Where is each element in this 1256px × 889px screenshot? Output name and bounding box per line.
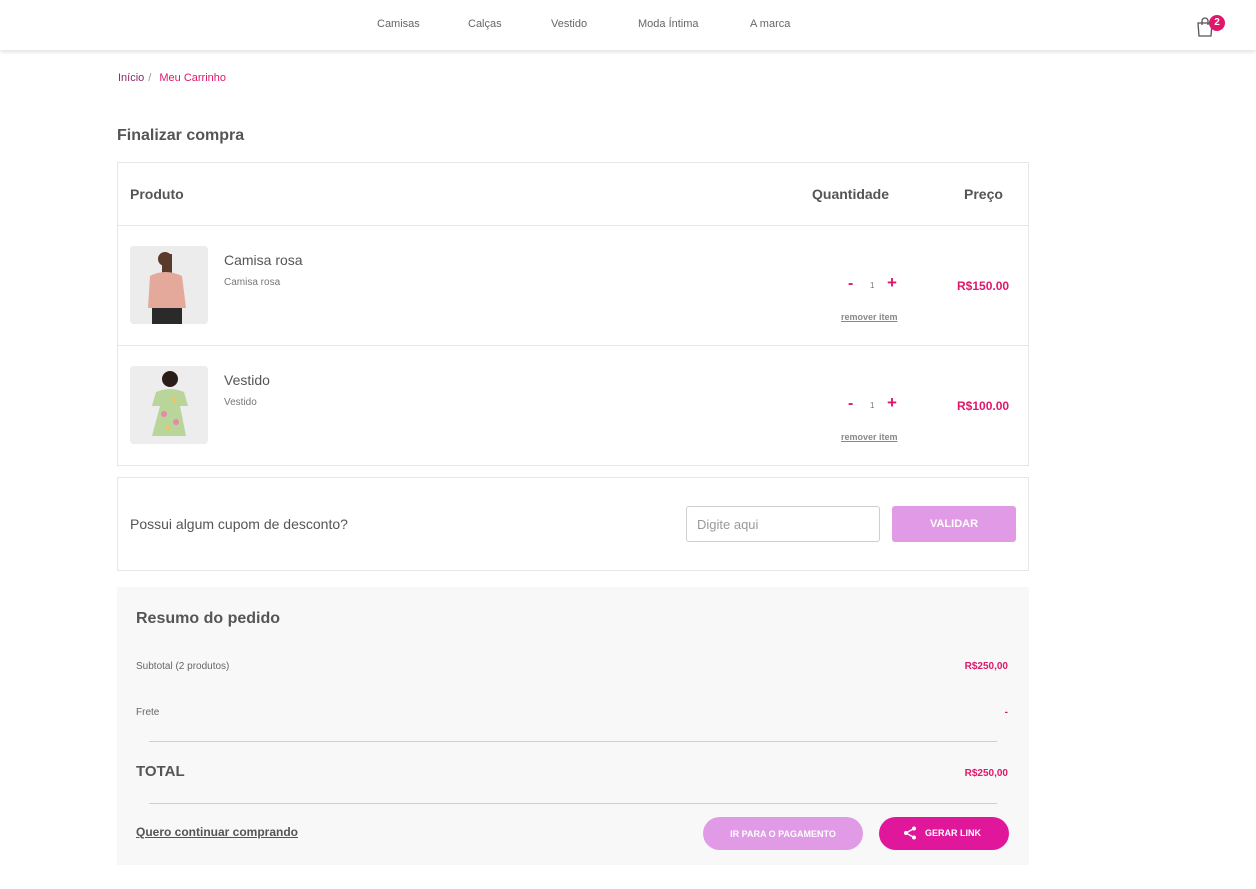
item-price: R$150.00	[957, 279, 1010, 293]
nav-item-vestido[interactable]: Vestido	[551, 18, 587, 30]
remove-item-link[interactable]: remover item	[841, 432, 898, 442]
coupon-section: Possui algum cupom de desconto? VALIDAR	[117, 477, 1029, 571]
quantity-decrease-button[interactable]: -	[848, 275, 853, 293]
quantity-decrease-button[interactable]: -	[848, 395, 853, 413]
product-name[interactable]: Camisa rosa	[224, 252, 303, 268]
cart-item-camisa-rosa: Camisa rosa Camisa rosa - 1 + remover it…	[118, 226, 1028, 346]
breadcrumb-current: Meu Carrinho	[159, 72, 226, 84]
subtotal-value: R$250,00	[964, 661, 1008, 672]
nav-item-a-marca[interactable]: A marca	[750, 18, 790, 30]
order-summary: Resumo do pedido Subtotal (2 produtos) R…	[117, 587, 1029, 865]
nav-item-calcas[interactable]: Calças	[468, 18, 502, 30]
cart-count-badge: 2	[1209, 15, 1225, 31]
header-price: Preço	[964, 186, 1003, 202]
product-image-vestido[interactable]	[130, 366, 208, 444]
go-to-payment-button[interactable]: IR PARA O PAGAMENTO	[703, 817, 863, 850]
remove-item-link[interactable]: remover item	[841, 312, 898, 322]
generate-link-button[interactable]: GERAR LINK	[879, 817, 1009, 850]
quantity-increase-button[interactable]: +	[887, 393, 897, 413]
summary-divider	[149, 803, 997, 804]
coupon-label: Possui algum cupom de desconto?	[130, 516, 348, 532]
breadcrumb-separator: /	[148, 72, 152, 84]
top-navbar: Camisas Calças Vestido Moda Íntima A mar…	[0, 0, 1256, 50]
page-title: Finalizar compra	[117, 127, 245, 144]
product-description: Camisa rosa	[224, 277, 281, 288]
generate-link-label: GERAR LINK	[925, 828, 981, 838]
breadcrumb-home[interactable]: Início	[118, 72, 144, 84]
header-product: Produto	[130, 186, 184, 202]
validate-coupon-button[interactable]: VALIDAR	[892, 506, 1016, 542]
nav-item-moda-intima[interactable]: Moda Íntima	[638, 18, 699, 30]
total-value: R$250,00	[964, 768, 1008, 779]
subtotal-label: Subtotal (2 produtos)	[136, 661, 230, 672]
continue-shopping-link[interactable]: Quero continuar comprando	[136, 825, 298, 839]
product-image-camisa-rosa[interactable]	[130, 246, 208, 324]
shipping-value: -	[1004, 707, 1008, 718]
coupon-input[interactable]	[686, 506, 880, 542]
product-description: Vestido	[224, 397, 257, 408]
summary-title: Resumo do pedido	[136, 610, 280, 627]
summary-divider	[149, 741, 997, 742]
product-photo-icon	[130, 246, 208, 324]
shipping-label: Frete	[136, 707, 160, 718]
share-icon	[904, 826, 916, 840]
breadcrumb: Início / Meu Carrinho	[118, 72, 226, 84]
main-nav: Camisas Calças Vestido Moda Íntima A mar…	[0, 18, 1256, 34]
quantity-increase-button[interactable]: +	[887, 273, 897, 293]
cart-button[interactable]: 2	[1194, 14, 1226, 40]
item-price: R$100.00	[957, 399, 1010, 413]
total-label: TOTAL	[136, 763, 185, 780]
nav-item-camisas[interactable]: Camisas	[377, 18, 420, 30]
header-quantity: Quantidade	[812, 186, 890, 202]
quantity-value: 1	[870, 401, 875, 410]
cart-table: Produto Quantidade Preço Camisa rosa Cam…	[117, 162, 1029, 466]
quantity-value: 1	[870, 281, 875, 290]
cart-item-vestido: Vestido Vestido - 1 + remover item R$100…	[118, 346, 1028, 466]
product-name[interactable]: Vestido	[224, 372, 270, 388]
product-photo-icon	[130, 366, 208, 444]
